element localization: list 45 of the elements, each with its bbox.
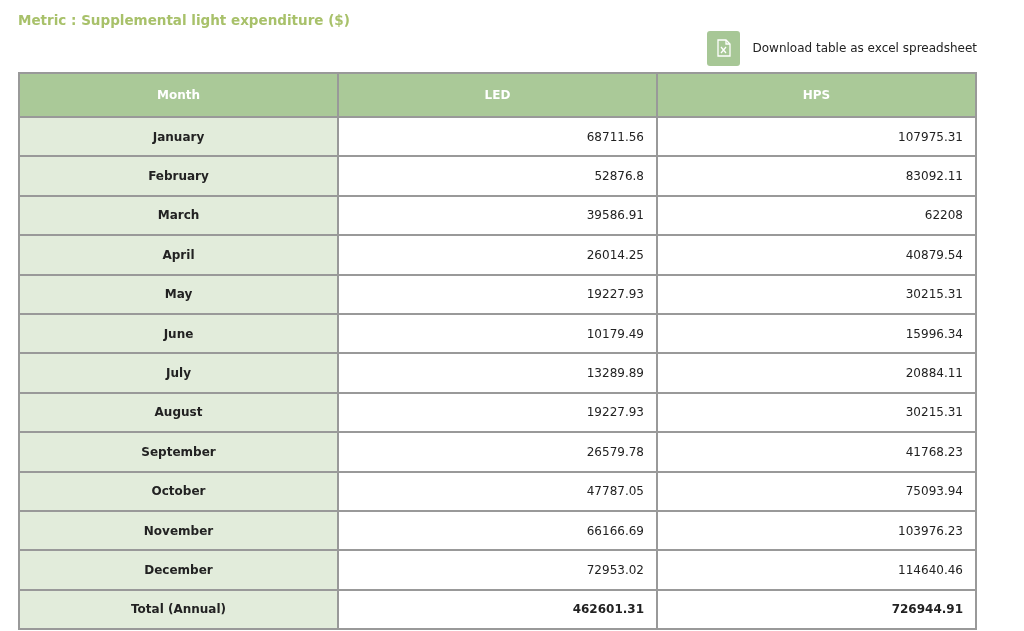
value-cell: 52876.8 <box>338 156 657 196</box>
month-cell: November <box>19 510 338 551</box>
value-cell: 103976.23 <box>657 510 976 551</box>
month-cell: September <box>19 432 338 472</box>
value-cell: 10179.49 <box>338 313 657 354</box>
metric-title: Metric : Supplemental light expenditure ($) <box>18 12 351 30</box>
download-link[interactable]: Download table as excel spreadsheet <box>752 41 977 55</box>
month-cell: June <box>19 313 338 354</box>
value-cell: 41768.23 <box>657 432 976 472</box>
column-header: HPS <box>657 73 976 117</box>
value-cell: 15996.34 <box>657 313 976 354</box>
value-cell: 83092.11 <box>657 156 976 196</box>
month-cell: April <box>19 235 338 275</box>
value-cell: 462601.31 <box>338 589 657 630</box>
column-header: LED <box>338 73 657 117</box>
value-cell: 40879.54 <box>657 235 976 275</box>
value-cell: 72953.02 <box>338 550 657 590</box>
value-cell: 39586.91 <box>338 195 657 236</box>
value-cell: 19227.93 <box>338 274 657 314</box>
month-cell: Total (Annual) <box>19 589 338 630</box>
value-cell: 30215.31 <box>657 392 976 433</box>
month-cell: July <box>19 353 338 393</box>
value-cell: 726944.91 <box>657 589 976 630</box>
value-cell: 26579.78 <box>338 432 657 472</box>
month-cell: December <box>19 550 338 590</box>
column-header: Month <box>19 73 338 117</box>
month-cell: May <box>19 274 338 314</box>
month-cell: March <box>19 195 338 236</box>
month-cell: August <box>19 392 338 433</box>
value-cell: 114640.46 <box>657 550 976 590</box>
value-cell: 19227.93 <box>338 392 657 433</box>
value-cell: 30215.31 <box>657 274 976 314</box>
month-cell: February <box>19 156 338 196</box>
excel-file-icon[interactable] <box>707 30 741 66</box>
value-cell: 62208 <box>657 195 976 236</box>
value-cell: 68711.56 <box>338 117 657 157</box>
value-cell: 75093.94 <box>657 471 976 511</box>
month-cell: January <box>19 117 338 157</box>
value-cell: 47787.05 <box>338 471 657 511</box>
value-cell: 13289.89 <box>338 353 657 393</box>
month-cell: October <box>19 471 338 511</box>
value-cell: 20884.11 <box>657 353 976 393</box>
value-cell: 66166.69 <box>338 510 657 551</box>
value-cell: 26014.25 <box>338 235 657 275</box>
value-cell: 107975.31 <box>657 117 976 157</box>
